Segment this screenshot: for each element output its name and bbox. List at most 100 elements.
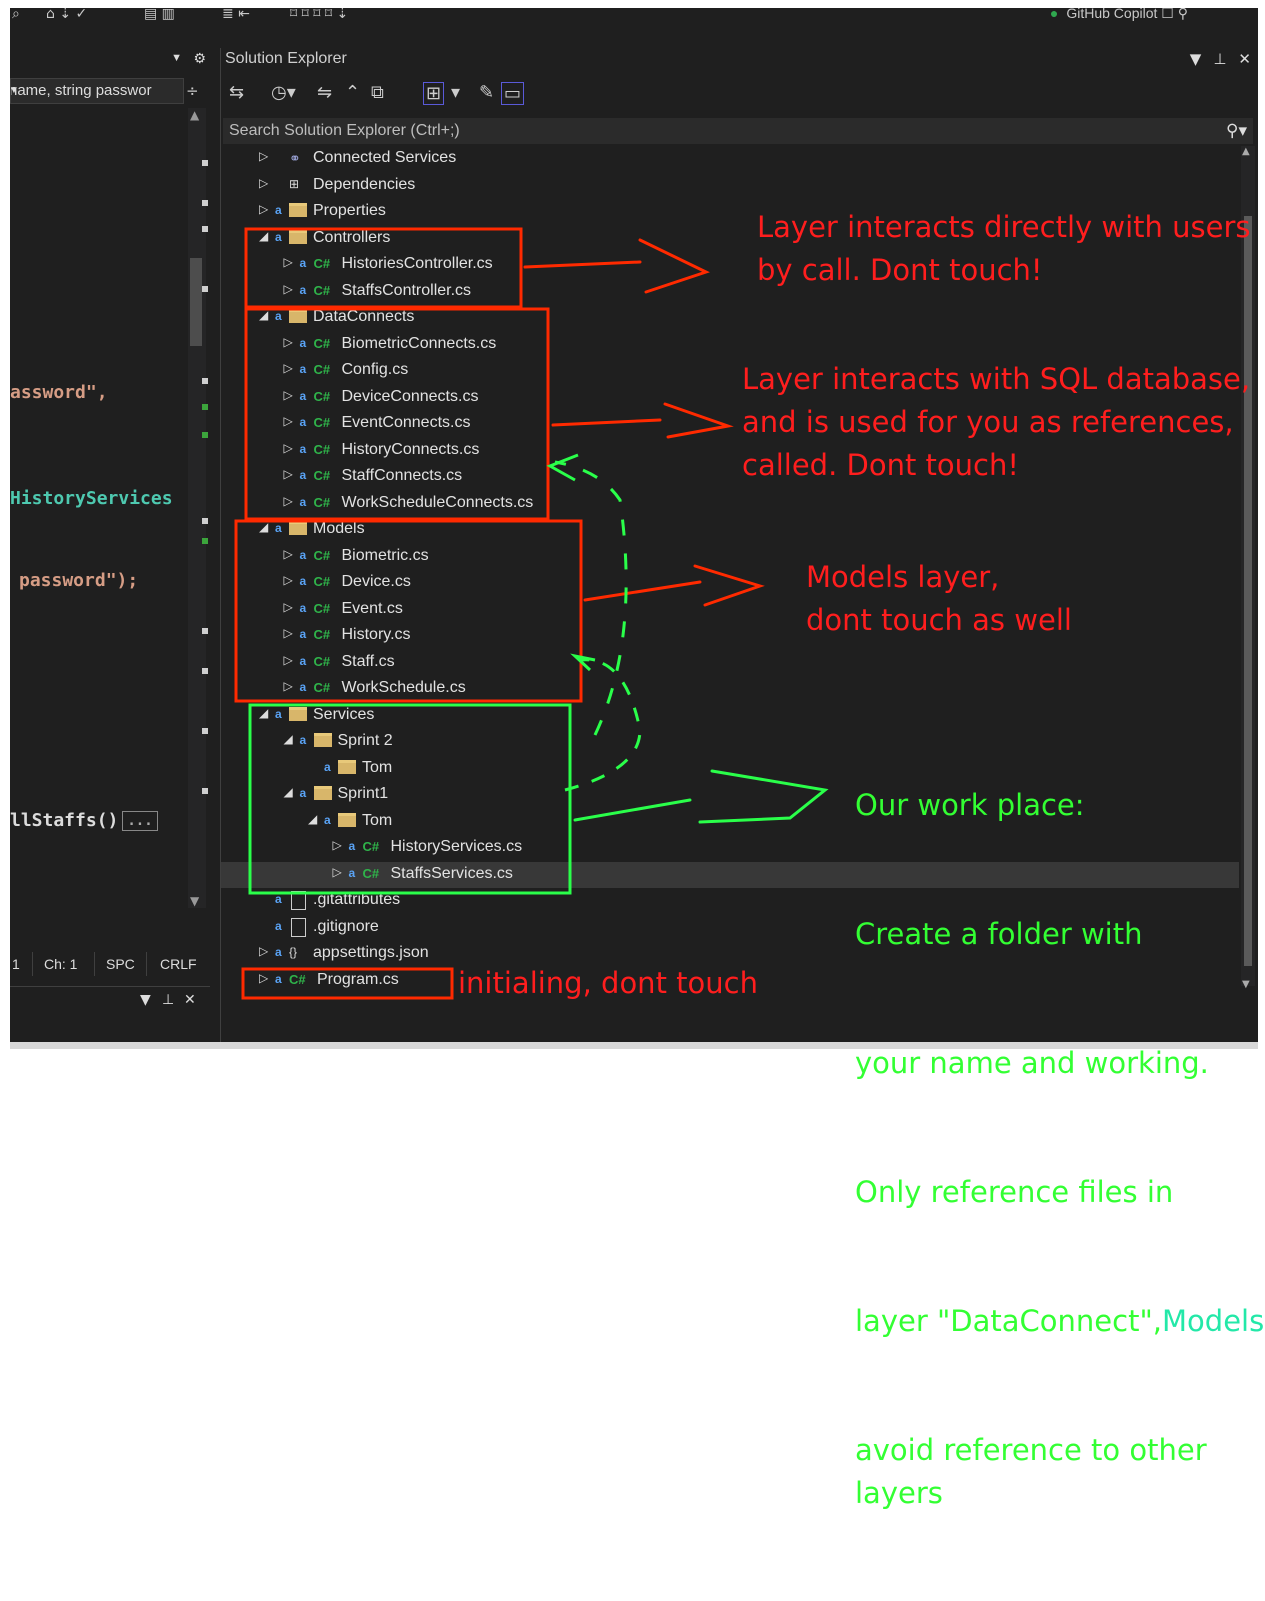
- collapsed-arrow-icon[interactable]: ▷: [284, 255, 293, 269]
- collapsed-arrow-icon[interactable]: ▷: [284, 626, 293, 640]
- copy-icon[interactable]: ⧉: [371, 82, 384, 103]
- chevron-down-icon[interactable]: ▼: [1190, 50, 1202, 68]
- scrollbar-thumb[interactable]: [1244, 216, 1252, 966]
- collapsed-arrow-icon[interactable]: ▷: [333, 838, 342, 852]
- collapsed-arrow-icon[interactable]: ▷: [259, 176, 268, 190]
- collapsed-arrow-icon[interactable]: ▷: [259, 149, 268, 163]
- tree-item[interactable]: ▷ a C# HistoryConnects.cs: [221, 438, 1239, 464]
- tree-item[interactable]: ◢ a Tom: [221, 809, 1239, 835]
- chevron-down-icon[interactable]: ▼: [171, 52, 182, 64]
- tree-item[interactable]: ▷ a C# WorkSchedule.cs: [221, 676, 1239, 702]
- chevron-down-icon[interactable]: ▾: [451, 82, 460, 103]
- tree-item[interactable]: ▷ ⊞ Dependencies: [221, 173, 1239, 199]
- tree-item[interactable]: ▷ a C# Biometric.cs: [221, 544, 1239, 570]
- tree-item[interactable]: ▷ a C# History.cs: [221, 623, 1239, 649]
- close-icon[interactable]: ✕: [1238, 50, 1251, 68]
- line-ending[interactable]: CRLF: [160, 956, 197, 972]
- tree-item[interactable]: ▷ a C# Event.cs: [221, 597, 1239, 623]
- collapsed-arrow-icon[interactable]: ▷: [284, 414, 293, 428]
- wrench-icon[interactable]: ✎: [479, 82, 494, 103]
- scroll-up-icon[interactable]: ▲: [1242, 146, 1250, 157]
- preview-icon[interactable]: ▭: [501, 82, 525, 105]
- tree-item[interactable]: ◢ a Sprint 2: [221, 729, 1239, 755]
- expanded-arrow-icon[interactable]: ◢: [284, 732, 293, 746]
- scrollbar-thumb[interactable]: [190, 258, 202, 346]
- expanded-arrow-icon[interactable]: ◢: [259, 229, 268, 243]
- pin-icon[interactable]: ⊥: [162, 992, 174, 1008]
- tree-item[interactable]: ◢ a DataConnects: [221, 305, 1239, 331]
- tree-item[interactable]: a Tom: [221, 756, 1239, 782]
- expanded-arrow-icon[interactable]: ◢: [259, 520, 268, 534]
- solution-explorer-scrollbar[interactable]: ▲ ▼: [1241, 146, 1255, 990]
- collapsed-arrow-icon[interactable]: ▷: [259, 971, 268, 985]
- search-input[interactable]: Search Solution Explorer (Ctrl+;) ⚲▾: [223, 118, 1253, 144]
- collapsed-region-ellipsis[interactable]: ...: [122, 811, 158, 831]
- collapsed-arrow-icon[interactable]: ▷: [284, 282, 293, 296]
- scroll-down-icon[interactable]: ▼: [1242, 979, 1250, 990]
- tree-item[interactable]: ▷ a C# EventConnects.cs: [221, 411, 1239, 437]
- feedback-icon[interactable]: ☐: [1161, 8, 1174, 21]
- expanded-arrow-icon[interactable]: ◢: [259, 706, 268, 720]
- toolbar-icon[interactable]: ⌂ ⇣ ✓: [46, 8, 87, 22]
- scroll-up-icon[interactable]: ▲: [190, 108, 199, 122]
- bookmark-icons[interactable]: ⌑ ⌑ ⌑ ⌑ ⇣: [290, 8, 348, 22]
- sync-icon[interactable]: ⇋: [317, 82, 332, 103]
- collapsed-arrow-icon[interactable]: ▷: [284, 335, 293, 349]
- tree-item[interactable]: a .gitattributes: [221, 888, 1239, 914]
- pin-icon[interactable]: ⊥: [1213, 50, 1226, 68]
- tree-item[interactable]: ▷ a C# Program.cs: [221, 968, 1239, 994]
- collapsed-arrow-icon[interactable]: ▷: [259, 944, 268, 958]
- toolbar-icon[interactable]: ≣ ⇤: [222, 8, 250, 22]
- collapsed-arrow-icon[interactable]: ▷: [284, 653, 293, 667]
- tree-item[interactable]: ▷ a C# StaffsServices.cs: [221, 861, 1239, 888]
- whitespace-mode[interactable]: SPC: [106, 956, 135, 972]
- collapsed-arrow-icon[interactable]: ▷: [333, 865, 342, 879]
- tree-item[interactable]: a .gitignore: [221, 915, 1239, 941]
- collapsed-arrow-icon[interactable]: ▷: [284, 388, 293, 402]
- expanded-arrow-icon[interactable]: ◢: [308, 812, 317, 826]
- tree-item[interactable]: ▷ a C# DeviceConnects.cs: [221, 385, 1239, 411]
- split-editor-icon[interactable]: ÷: [186, 82, 199, 100]
- tree-item[interactable]: ◢ a Models: [221, 517, 1239, 543]
- tree-item[interactable]: ▷ a C# Staff.cs: [221, 650, 1239, 676]
- tree-item[interactable]: ▷ a C# StaffConnects.cs: [221, 464, 1239, 490]
- history-icon[interactable]: ◷▾: [271, 82, 296, 103]
- tree-item[interactable]: ▷ a C# WorkScheduleConnects.cs: [221, 491, 1239, 517]
- tree-item[interactable]: ▷ a C# HistoryServices.cs: [221, 835, 1239, 861]
- close-icon[interactable]: ✕: [184, 992, 196, 1008]
- collapsed-arrow-icon[interactable]: ▷: [284, 467, 293, 481]
- tree-item[interactable]: ▷ a C# Config.cs: [221, 358, 1239, 384]
- collapsed-arrow-icon[interactable]: ▷: [259, 202, 268, 216]
- member-dropdown[interactable]: name, string passwor ▼: [10, 78, 184, 104]
- collapsed-arrow-icon[interactable]: ▷: [284, 494, 293, 508]
- collapsed-arrow-icon[interactable]: ▷: [284, 441, 293, 455]
- tree-item[interactable]: ◢ a Sprint1: [221, 782, 1239, 808]
- collapsed-arrow-icon[interactable]: ▷: [284, 679, 293, 693]
- gear-icon[interactable]: ⚙: [193, 50, 206, 67]
- tree-item[interactable]: ▷ a {} appsettings.json: [221, 941, 1239, 967]
- code-area[interactable]: assword", HistoryServices password"); ll…: [10, 108, 186, 908]
- switch-views-icon[interactable]: ⇆: [229, 82, 244, 103]
- collapsed-arrow-icon[interactable]: ▷: [284, 573, 293, 587]
- tree-item[interactable]: ▷ ⚭ Connected Services: [221, 146, 1239, 172]
- search-icon[interactable]: ⚲▾: [1226, 118, 1247, 144]
- tree-item[interactable]: ▷ a C# Device.cs: [221, 570, 1239, 596]
- expanded-arrow-icon[interactable]: ◢: [259, 308, 268, 322]
- tree-item[interactable]: ▷ a C# HistoriesController.cs: [221, 252, 1239, 278]
- scroll-down-icon[interactable]: ▼: [190, 894, 199, 908]
- collapsed-arrow-icon[interactable]: ▷: [284, 547, 293, 561]
- show-all-files-icon[interactable]: ⊞: [423, 82, 445, 105]
- tree-item[interactable]: ▷ a C# BiometricConnects.cs: [221, 332, 1239, 358]
- github-copilot-button[interactable]: ● GitHub Copilot ☐ ⚲: [1050, 8, 1188, 22]
- collapsed-arrow-icon[interactable]: ▷: [284, 600, 293, 614]
- expanded-arrow-icon[interactable]: ◢: [284, 785, 293, 799]
- collapse-all-icon[interactable]: ⌃: [345, 82, 360, 103]
- toolbar-icon[interactable]: ⌕: [12, 8, 20, 22]
- tree-item[interactable]: ▷ a C# StaffsController.cs: [221, 279, 1239, 305]
- tree-item[interactable]: ▷ a Properties: [221, 199, 1239, 225]
- toolbar-icon[interactable]: ▤ ▥: [144, 8, 175, 22]
- collapsed-arrow-icon[interactable]: ▷: [284, 361, 293, 375]
- chevron-down-icon[interactable]: ▼: [140, 992, 151, 1008]
- user-icon[interactable]: ⚲: [1178, 8, 1188, 21]
- tree-item[interactable]: ◢ a Controllers: [221, 226, 1239, 252]
